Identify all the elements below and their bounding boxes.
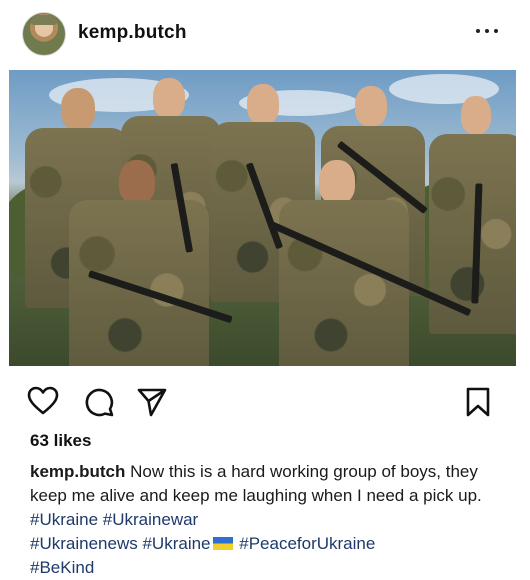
post-photo[interactable] — [9, 70, 516, 366]
heart-icon[interactable] — [27, 386, 59, 416]
ukraine-flag-icon — [212, 537, 233, 550]
hashtag[interactable]: #BeKind — [30, 558, 94, 577]
hashtag[interactable]: #PeaceforUkraine — [239, 534, 375, 553]
send-icon[interactable] — [136, 386, 168, 418]
caption: kemp.butch Now this is a hard working gr… — [30, 460, 500, 580]
hashtag[interactable]: #Ukrainenews — [30, 534, 138, 553]
more-horizontal-icon[interactable] — [476, 26, 498, 36]
bookmark-icon[interactable] — [465, 386, 491, 418]
comment-icon[interactable] — [83, 386, 115, 418]
action-bar — [0, 380, 530, 424]
likes-count[interactable]: 63 likes — [30, 431, 91, 451]
hashtag[interactable]: #Ukrainewar — [103, 510, 198, 529]
post-header: kemp.butch — [0, 0, 530, 66]
avatar[interactable] — [22, 12, 66, 56]
username[interactable]: kemp.butch — [78, 22, 187, 44]
hashtag[interactable]: #Ukraine — [30, 510, 98, 529]
caption-username[interactable]: kemp.butch — [30, 462, 125, 481]
hashtag[interactable]: #Ukraine — [142, 534, 210, 553]
